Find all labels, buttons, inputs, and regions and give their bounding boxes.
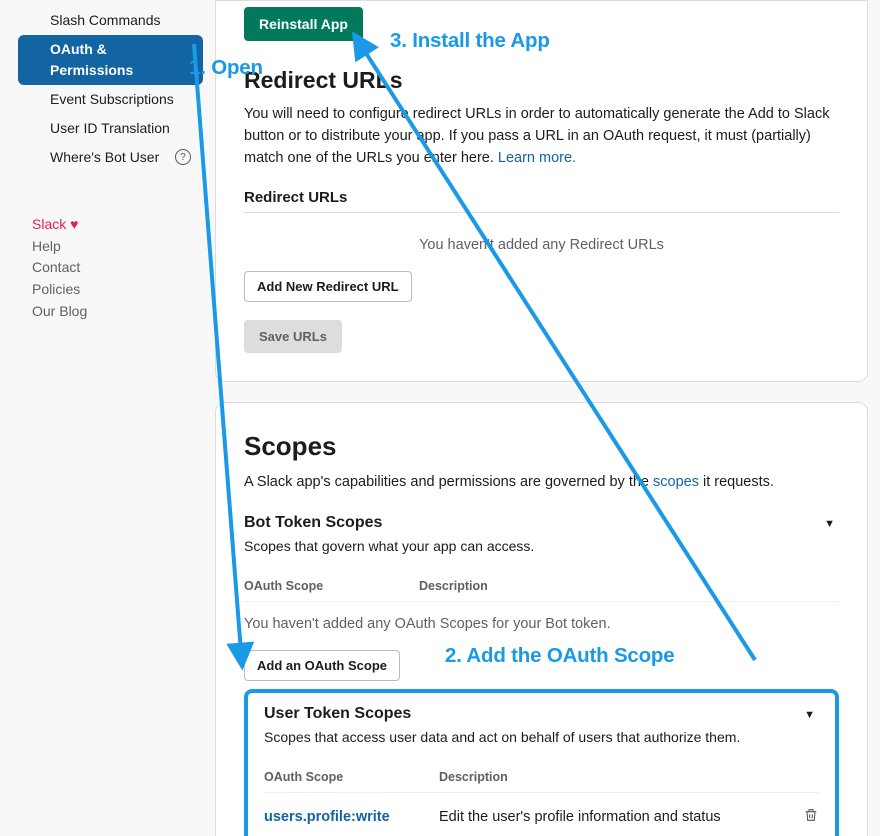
bot-scopes-title: Bot Token Scopes [244,514,839,532]
nav-item-label: Where's Bot User [50,149,159,165]
scope-description: Edit the user's profile information and … [439,809,793,825]
sidebar: Slash Commands OAuth & Permissions Event… [0,0,215,836]
reinstall-app-button[interactable]: Reinstall App [244,7,363,41]
col-oauth-scope: OAuth Scope [244,579,419,593]
link-slack[interactable]: Slack ♥ [32,214,215,236]
bot-scopes-sub: Scopes that govern what your app can acc… [244,536,839,557]
save-urls-button[interactable]: Save URLs [244,320,342,353]
main-content: Reinstall App Redirect URLs You will nee… [215,0,880,836]
bot-scopes-block: ▼ Bot Token Scopes Scopes that govern wh… [244,514,839,681]
bot-table-header: OAuth Scope Description [244,565,839,602]
col-description: Description [419,579,839,593]
user-scopes-block: ▼ User Token Scopes Scopes that access u… [264,705,819,836]
trash-icon[interactable] [793,807,819,827]
nav-event-subscriptions[interactable]: Event Subscriptions [18,85,203,114]
footer-links: Slack ♥ Help Contact Policies Our Blog [0,214,215,322]
add-redirect-url-button[interactable]: Add New Redirect URL [244,271,412,302]
redirect-card: Reinstall App Redirect URLs You will nee… [215,0,868,382]
help-icon[interactable]: ? [175,149,191,165]
divider [244,212,839,213]
chevron-down-icon[interactable]: ▼ [824,518,835,530]
link-contact[interactable]: Contact [32,257,215,279]
link-policies[interactable]: Policies [32,279,215,301]
chevron-down-icon[interactable]: ▼ [804,709,815,721]
learn-more-link[interactable]: Learn more. [498,150,576,166]
link-help[interactable]: Help [32,236,215,258]
redirect-sub: Redirect URLs [244,189,839,206]
scope-name-link[interactable]: users.profile:write [264,809,439,825]
user-scopes-title: User Token Scopes [264,705,819,723]
nav-slash-commands[interactable]: Slash Commands [18,6,203,35]
user-scopes-sub: Scopes that access user data and act on … [264,727,819,748]
scopes-link[interactable]: scopes [653,474,699,490]
col-description: Description [439,770,819,784]
link-blog[interactable]: Our Blog [32,301,215,323]
scopes-title: Scopes [244,431,839,462]
col-oauth-scope: OAuth Scope [264,770,439,784]
bot-scopes-empty: You haven't added any OAuth Scopes for y… [244,602,839,650]
heart-icon: ♥ [70,216,78,232]
scopes-card: Scopes A Slack app's capabilities and pe… [215,402,868,836]
table-row: users.profile:write Edit the user's prof… [264,793,819,836]
redirect-empty: You haven't added any Redirect URLs [244,227,839,271]
redirect-desc: You will need to configure redirect URLs… [244,104,839,169]
add-bot-scope-button[interactable]: Add an OAuth Scope [244,650,400,681]
redirect-title: Redirect URLs [244,67,839,94]
scopes-desc: A Slack app's capabilities and permissio… [244,472,839,494]
nav-wheres-bot-user[interactable]: Where's Bot User ? [18,143,203,172]
nav-oauth-permissions[interactable]: OAuth & Permissions [18,35,203,85]
user-scopes-highlight: ▼ User Token Scopes Scopes that access u… [244,689,839,836]
nav-user-id-translation[interactable]: User ID Translation [18,114,203,143]
user-table-header: OAuth Scope Description [264,756,819,793]
